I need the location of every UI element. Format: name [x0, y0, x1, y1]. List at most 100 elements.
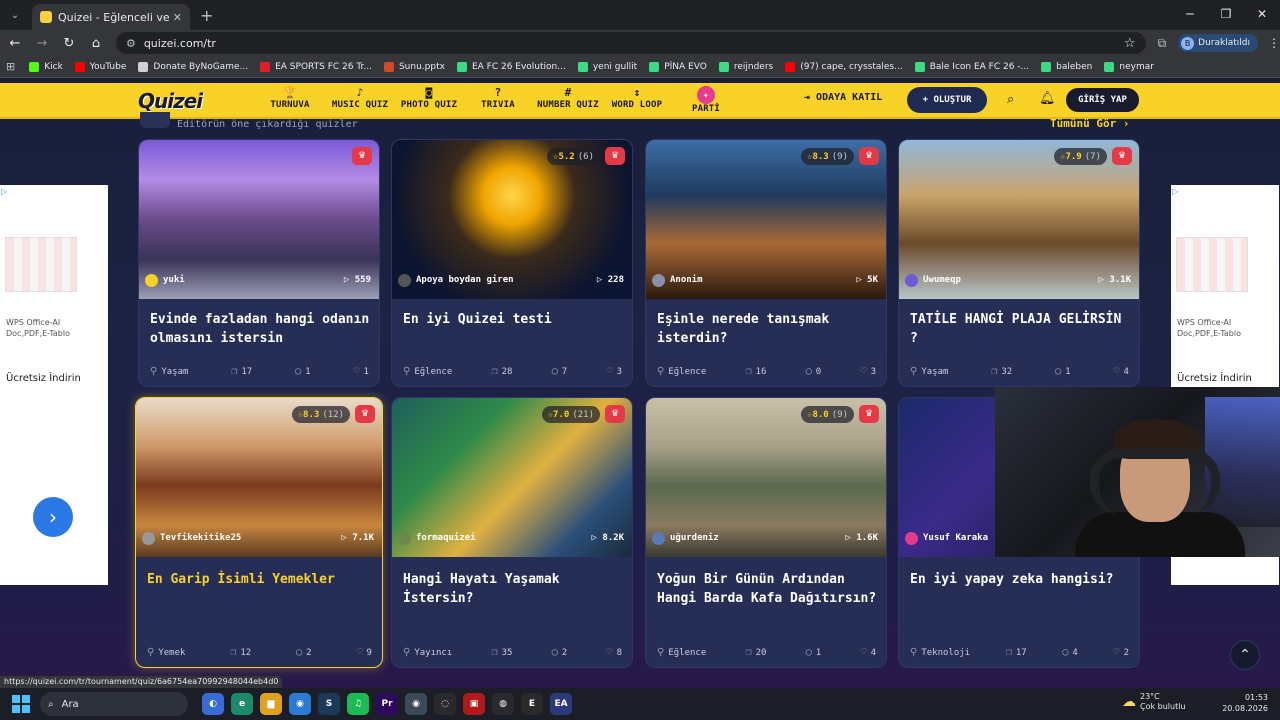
bookmark-item[interactable]: PİNA EVO	[649, 61, 707, 72]
minimize-icon[interactable]: ─	[1172, 0, 1208, 28]
chrome-active-icon[interactable]: ◉	[405, 693, 427, 715]
like-count[interactable]: ♡ 2	[1114, 647, 1129, 658]
start-icon[interactable]	[12, 695, 30, 713]
ad-choices-icon[interactable]: ▷	[1, 187, 7, 196]
forward-icon[interactable]: →	[30, 36, 54, 51]
bookmark-star-icon[interactable]: ☆	[1124, 36, 1136, 51]
quiz-card[interactable]: ♛ ☆ 5.2 (6) Apoya boydan giren ▷ 228 En iyi Qu…	[391, 139, 633, 387]
site-logo[interactable]: Quizei	[138, 89, 203, 113]
apps-grid-icon[interactable]: ⊞	[6, 60, 15, 73]
quiz-author[interactable]: Uwumeqp	[905, 271, 961, 289]
nav-item-photo-quiz[interactable]: ◙ PHOTO QUIZ	[389, 86, 469, 110]
quiz-author[interactable]: Anonim	[652, 271, 703, 289]
bookmark-item[interactable]: Donate ByNoGame...	[138, 61, 248, 72]
nav-item-parti̇[interactable]: ✦ PARTİ	[666, 86, 746, 114]
quiz-author[interactable]: uğurdeniz	[652, 529, 719, 547]
reload-icon[interactable]: ↻	[57, 36, 81, 51]
bookmark-item[interactable]: Sunu.pptx	[383, 61, 445, 72]
quiz-title[interactable]: En Garip İsimli Yemekler	[147, 570, 369, 589]
epic-icon[interactable]: E	[521, 693, 543, 715]
bookmark-item[interactable]: neymar	[1104, 61, 1154, 72]
quiz-title[interactable]: Hangi Hayatı Yaşamak İstersin?	[403, 570, 625, 608]
new-tab-icon[interactable]: +	[200, 6, 213, 25]
quiz-title[interactable]: Evinde fazladan hangi odanın olmasını is…	[150, 310, 372, 348]
see-all-link[interactable]: Tümünü Gör ›	[1050, 117, 1129, 130]
browser-tab[interactable]: Quizei - Eğlenceli ve etkileşimli ✕	[32, 4, 190, 30]
nav-item-word-loop[interactable]: ↕ WORD LOOP	[597, 86, 677, 110]
profile-button[interactable]: B Duraklatıldı	[1178, 34, 1258, 52]
play-icon: ▷	[845, 533, 857, 543]
bookmark-item[interactable]: baleben	[1041, 61, 1092, 72]
quiz-title[interactable]: En iyi yapay zeka hangisi?	[910, 570, 1132, 589]
extensions-icon[interactable]: ⧉	[1158, 36, 1167, 51]
close-window-icon[interactable]: ✕	[1244, 0, 1280, 28]
quiz-title[interactable]: En iyi Quizei testi	[403, 310, 625, 329]
quiz-author[interactable]: Apoya boydan giren	[398, 271, 514, 289]
weather-widget[interactable]: ☁ 23°C Çok bulutlu	[1122, 692, 1186, 712]
like-count[interactable]: ♡ 3	[607, 366, 622, 377]
nav-item-trivia[interactable]: ? TRIVIA	[458, 86, 538, 110]
steam-icon[interactable]: S	[318, 693, 340, 715]
address-bar[interactable]: ⚙ quizei.com/tr ☆	[115, 32, 1146, 54]
quiz-title[interactable]: Eşinle nerede tanışmak isterdin?	[657, 310, 879, 348]
bell-icon[interactable]: 🔔︎	[1039, 91, 1056, 106]
app-red-icon[interactable]: ▣	[463, 693, 485, 715]
join-room-button[interactable]: ⇥ ODAYA KATIL	[804, 92, 882, 103]
bookmark-item[interactable]: yeni gullit	[577, 61, 637, 72]
ea-icon[interactable]: EA	[550, 693, 572, 715]
home-icon[interactable]: ⌂	[84, 36, 108, 51]
next-arrow-button[interactable]: ›	[33, 497, 73, 537]
like-count[interactable]: ♡ 9	[357, 647, 372, 658]
quiz-card[interactable]: ♛ ☆ 7.9 (7) Uwumeqp ▷ 3.1K TATİLE HANGİ PLAJA …	[898, 139, 1140, 387]
bookmark-item[interactable]: YouTube	[74, 61, 126, 72]
spotify-icon[interactable]: ♫	[347, 693, 369, 715]
quiz-title[interactable]: Yoğun Bir Günün Ardından Hangi Barda Kaf…	[657, 570, 879, 608]
nav-item-turnuva[interactable]: 🏆 TURNUVA	[250, 86, 330, 110]
login-button[interactable]: GİRİŞ YAP	[1065, 87, 1140, 113]
bookmark-item[interactable]: (97) cape, crysstales...	[785, 61, 903, 72]
taskbar-search[interactable]: ⌕ Ara	[40, 692, 188, 716]
bookmark-item[interactable]: reijnders	[718, 61, 773, 72]
chrome-icon[interactable]: ◉	[289, 693, 311, 715]
edge-icon[interactable]: e	[231, 693, 253, 715]
like-count[interactable]: ♡ 8	[607, 647, 622, 658]
quiz-title[interactable]: TATİLE HANGİ PLAJA GELİRSİN ?	[910, 310, 1132, 348]
quiz-author[interactable]: Tevfikekitike25	[142, 529, 241, 547]
quiz-author[interactable]: Yusuf Karaka	[905, 529, 988, 547]
browser-menu-icon[interactable]: ⋮	[1268, 36, 1280, 50]
obs-icon[interactable]: ◍	[492, 693, 514, 715]
back-icon[interactable]: ←	[3, 36, 27, 51]
app-round-icon[interactable]: ◌	[434, 693, 456, 715]
bookmark-item[interactable]: EA SPORTS FC 26 Tr...	[260, 61, 372, 72]
nav-item-number-quiz[interactable]: # NUMBER QUIZ	[528, 86, 608, 110]
create-button[interactable]: + OLUŞTUR	[907, 87, 987, 113]
copilot-icon[interactable]: ◐	[202, 693, 224, 715]
quiz-card[interactable]: ♛ yuki ▷ 559 Evinde fazladan hangi odanın o…	[138, 139, 380, 387]
ad-download-link[interactable]: Ücretsiz İndirin	[6, 373, 81, 384]
premiere-icon[interactable]: Pr	[376, 693, 398, 715]
quiz-card[interactable]: ♛ ☆ 8.3 (12) Tevfikekitike25 ▷ 7.1K En Garip İ…	[135, 397, 383, 668]
bookmark-item[interactable]: Kick	[29, 61, 63, 72]
quiz-card[interactable]: ♛ ☆ 8.0 (9) uğurdeniz ▷ 1.6K Yoğun Bir Günün A…	[645, 397, 887, 668]
like-count[interactable]: ♡ 4	[1114, 366, 1129, 377]
bookmark-item[interactable]: EA FC 26 Evolution...	[456, 61, 566, 72]
quiz-author[interactable]: formaquizei	[398, 529, 476, 547]
nav-item-music-quiz[interactable]: ♪ MUSIC QUIZ	[320, 86, 400, 110]
like-count[interactable]: ♡ 4	[861, 647, 876, 658]
close-tab-icon[interactable]: ✕	[173, 11, 182, 24]
ad-choices-icon[interactable]: ▷	[1172, 187, 1178, 196]
quiz-author[interactable]: yuki	[145, 271, 185, 289]
like-count[interactable]: ♡ 3	[861, 366, 876, 377]
quiz-card[interactable]: ♛ ☆ 8.3 (9) Anonim ▷ 5K Eşinle nerede tanışmak…	[645, 139, 887, 387]
explorer-icon[interactable]: ▆	[260, 693, 282, 715]
bookmark-item[interactable]: Bale Icon EA FC 26 -...	[914, 61, 1029, 72]
tab-search-icon[interactable]: ⌄	[4, 4, 26, 26]
ad-download-link[interactable]: Ücretsiz İndirin	[1177, 373, 1252, 384]
site-info-icon[interactable]: ⚙	[126, 37, 136, 50]
scroll-top-button[interactable]: ⌃	[1230, 640, 1260, 670]
like-count[interactable]: ♡ 1	[354, 366, 369, 377]
taskbar-clock[interactable]: 01:53 20.08.2026	[1222, 692, 1268, 714]
search-icon[interactable]: ⌕	[1007, 92, 1014, 107]
quiz-card[interactable]: ♛ ☆ 7.0 (21) formaquizei ▷ 8.2K Hangi Hayatı Y…	[391, 397, 633, 668]
maximize-icon[interactable]: ❐	[1208, 0, 1244, 28]
